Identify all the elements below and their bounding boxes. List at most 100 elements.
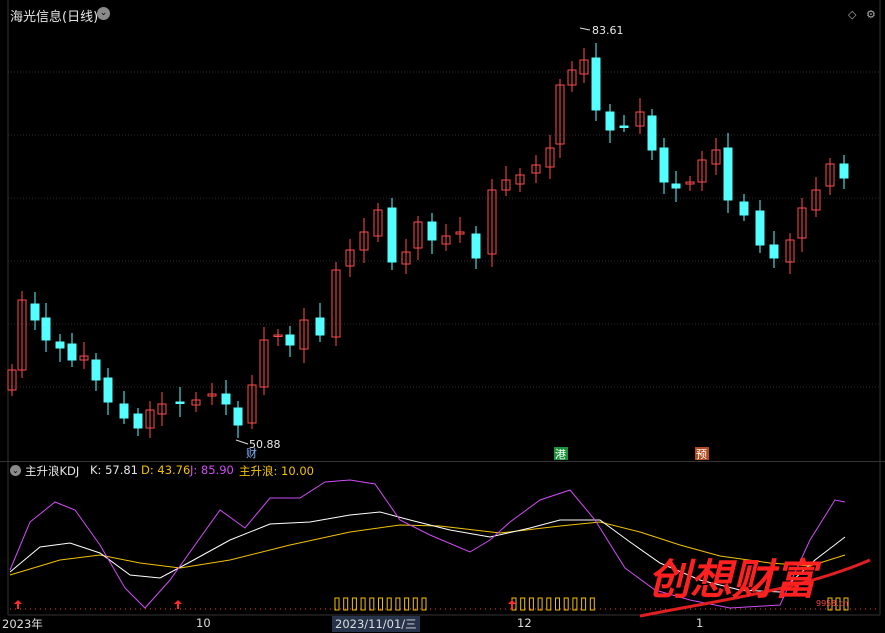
candle: [755, 200, 765, 253]
signal-bar: [334, 597, 340, 611]
x-label-jan: 1: [696, 616, 704, 630]
candle: [515, 168, 525, 192]
candle: [91, 353, 101, 391]
max-pointer: [579, 27, 591, 31]
signal-bar: [369, 597, 375, 611]
j-value: J: 85.90: [190, 463, 234, 477]
k-value: K: 57.81: [90, 463, 138, 477]
min-pointer: [235, 439, 249, 445]
candle: [233, 401, 243, 438]
signal-bar: [581, 597, 587, 611]
candle: [79, 342, 89, 369]
candle: [427, 213, 437, 254]
candle-body: [175, 401, 185, 404]
candle-body: [103, 377, 113, 403]
candle-body: [769, 244, 779, 259]
candle: [191, 392, 201, 412]
event-marker-yu[interactable]: 预: [696, 448, 707, 461]
watermark-url: 9958.cn: [816, 599, 848, 608]
signal-bar: [563, 597, 569, 611]
candle-body: [471, 233, 481, 259]
signal-bar: [520, 597, 526, 611]
candle: [769, 231, 779, 268]
candle-body: [647, 115, 657, 151]
zsl-value: 主升浪: 10.00: [239, 464, 314, 478]
candle: [605, 104, 615, 143]
candle: [531, 155, 541, 183]
candle: [785, 233, 795, 274]
candle-body: [755, 210, 765, 246]
watermark-text: 创想财富: [648, 555, 822, 604]
candle: [119, 391, 129, 424]
candle: [545, 135, 555, 179]
indicator-name[interactable]: 主升浪KDJ: [25, 463, 79, 479]
candle-body: [723, 147, 733, 201]
candle: [359, 218, 369, 263]
signal-bar: [412, 597, 418, 611]
candle: [299, 308, 309, 363]
candle-body: [55, 341, 65, 349]
x-label-cursor-date[interactable]: 2023/11/01/三: [332, 616, 420, 632]
candle: [685, 176, 695, 191]
event-marker-cai[interactable]: 财: [246, 446, 257, 460]
candle: [487, 179, 497, 267]
candle: [671, 171, 681, 202]
candle: [67, 333, 77, 367]
candle-body: [315, 317, 325, 336]
candle: [567, 61, 577, 92]
candle: [579, 48, 589, 83]
candle: [471, 226, 481, 269]
x-label-dec: 12: [517, 616, 532, 630]
indicator-dropdown-icon[interactable]: ⌄: [10, 465, 21, 476]
signal-bar: [537, 597, 543, 611]
candle: [373, 203, 383, 242]
candle: [839, 155, 849, 189]
candle-body: [221, 393, 231, 405]
candle: [17, 291, 27, 378]
candle: [723, 133, 733, 213]
candle: [635, 98, 645, 134]
candle: [175, 387, 185, 417]
candle: [413, 216, 423, 260]
signal-bar: [404, 597, 410, 611]
candle: [247, 375, 257, 429]
candle: [285, 326, 295, 357]
chart-canvas: 83.61 50.88 财 港 预 创想财富 9958.cn: [7, 0, 881, 618]
signal-bar: [572, 597, 578, 611]
candle-body: [671, 183, 681, 189]
signal-bar: [421, 597, 427, 611]
candle: [555, 79, 565, 158]
candle: [659, 138, 669, 194]
candle-body: [233, 407, 243, 426]
candle-body: [619, 125, 629, 128]
candle: [103, 368, 113, 415]
candle-body: [427, 221, 437, 241]
candle: [345, 239, 355, 277]
candle: [259, 327, 269, 395]
signal-bar: [378, 597, 383, 611]
candle: [711, 138, 721, 175]
candlestick-series[interactable]: [7, 43, 849, 438]
x-label-year: 2023年: [2, 617, 43, 631]
candle-body: [67, 343, 77, 361]
candle: [797, 198, 807, 252]
signal-bar: [395, 597, 401, 611]
candle-body: [605, 111, 615, 131]
up-arrow: [14, 600, 22, 609]
candle-body: [659, 147, 669, 183]
event-marker-gang[interactable]: 港: [555, 448, 566, 461]
candle: [315, 303, 325, 342]
candle-body: [839, 163, 849, 179]
candle: [825, 158, 835, 195]
candle-body: [133, 413, 143, 429]
signal-bar: [546, 597, 552, 611]
candle: [591, 43, 601, 121]
candle: [207, 383, 217, 405]
candle: [331, 262, 341, 346]
candle: [157, 392, 167, 426]
candle-body: [387, 207, 397, 263]
candle: [401, 239, 411, 274]
candle-body: [285, 334, 295, 346]
candle: [811, 177, 821, 217]
candle: [647, 109, 657, 160]
